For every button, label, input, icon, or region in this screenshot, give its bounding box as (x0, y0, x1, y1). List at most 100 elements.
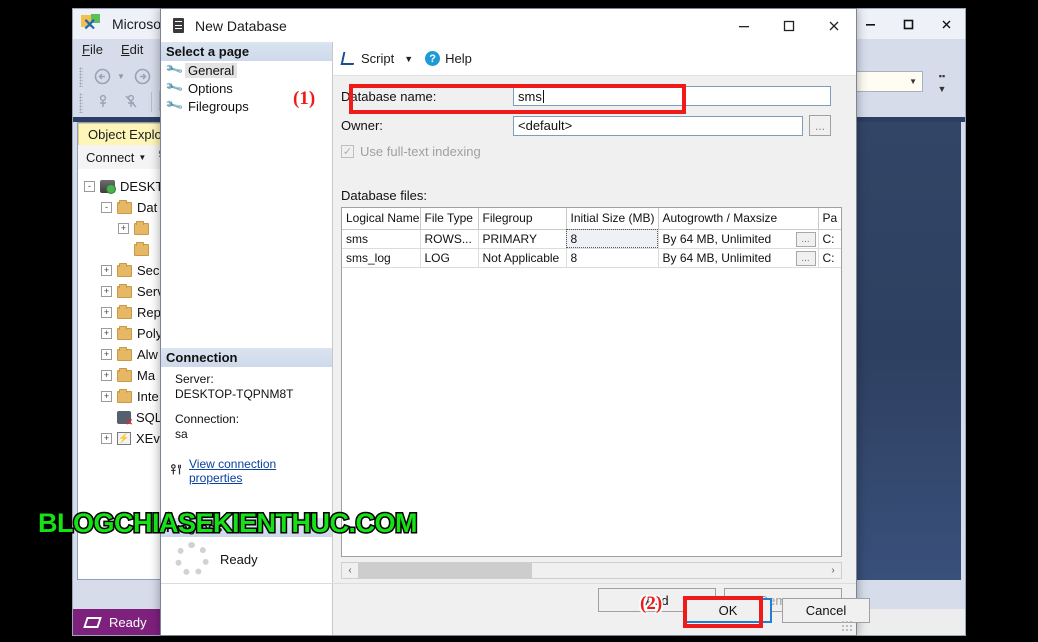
expand-icon[interactable]: + (118, 223, 129, 234)
folder-icon (117, 199, 132, 214)
column-header[interactable]: Logical Name (342, 208, 421, 230)
folder-icon (134, 241, 149, 256)
expand-icon[interactable]: + (101, 391, 112, 402)
page-selector-panel: Select a page 🔧 General 🔧 Options 🔧 Filegroup… (161, 42, 333, 635)
cell-path[interactable]: C: (818, 248, 841, 268)
tree-node-label: Rep (137, 305, 161, 320)
ssms-app-icon: ✕ (80, 13, 102, 35)
scroll-right-arrow-icon[interactable]: › (825, 563, 841, 578)
toolbar-overflow-button[interactable]: ▪▪ ▼ (933, 69, 951, 95)
ssms-maximize-button[interactable] (889, 9, 927, 39)
status-shape-icon (83, 616, 102, 628)
folder-icon (134, 220, 149, 235)
back-dropdown-caret-icon[interactable]: ▼ (115, 70, 127, 82)
ssms-close-button[interactable] (927, 9, 965, 39)
view-connection-properties-link[interactable]: View connection properties (189, 457, 332, 485)
cell-file-type[interactable]: LOG (420, 248, 479, 268)
collapse-icon[interactable]: - (84, 181, 95, 192)
overflow-caret-icon: ▼ (937, 83, 947, 94)
database-files-table: Logical Name File Type Filegroup Initial Si… (342, 208, 841, 268)
view-connection-properties-row[interactable]: View connection properties (169, 457, 332, 485)
owner-input[interactable]: <default> (513, 115, 803, 136)
scroll-left-arrow-icon[interactable]: ‹ (342, 563, 358, 578)
folder-icon (117, 346, 132, 361)
progress-status-text: Ready (220, 551, 258, 567)
dialog-title: New Database (195, 17, 287, 34)
dialog-resize-grip[interactable] (841, 620, 853, 632)
general-page-form: Database name: sms Owner: <default> ... (333, 76, 856, 635)
cell-initial-size[interactable]: 8 (566, 229, 659, 249)
cell-filegroup[interactable]: Not Applicable (478, 248, 567, 268)
cell-filegroup[interactable]: PRIMARY (478, 229, 567, 249)
expand-icon[interactable]: + (101, 370, 112, 381)
column-header[interactable]: Filegroup (478, 208, 567, 230)
sql-agent-icon (117, 411, 133, 428)
connect-dropdown-button[interactable]: Connect ▼ (78, 150, 146, 165)
column-header[interactable]: Initial Size (MB) (566, 208, 659, 230)
expand-icon[interactable]: + (101, 433, 112, 444)
text-cursor (542, 89, 544, 103)
script-dropdown-caret-icon[interactable]: ▼ (404, 54, 413, 64)
cell-logical-name[interactable]: sms_log (342, 248, 421, 268)
progress-section-header: Progress (161, 518, 332, 537)
help-button[interactable]: ? Help (425, 51, 472, 66)
wrench-icon: 🔧 (164, 95, 185, 116)
dialog-content-panel: Script ▼ ? Help Database name: sms Owner… (333, 42, 856, 635)
new-query-icon[interactable] (91, 90, 115, 114)
table-row[interactable]: sms ROWS... PRIMARY 8 By 64 MB, Unlimited...… (342, 229, 841, 249)
connection-properties-icon (169, 463, 183, 480)
toolbar-grip-2[interactable] (79, 93, 83, 113)
expand-icon[interactable]: + (101, 328, 112, 339)
expand-icon[interactable]: + (101, 349, 112, 360)
page-item-label: Filegroups (188, 98, 249, 114)
disconnect-icon[interactable] (119, 90, 143, 114)
database-name-input[interactable]: sms (513, 86, 831, 106)
page-item-general[interactable]: 🔧 General (161, 59, 332, 80)
menu-edit[interactable]: Edit (112, 39, 152, 61)
table-row[interactable]: sms_log LOG Not Applicable 8 By 64 MB, Unlim… (342, 248, 841, 268)
scrollbar-track[interactable] (358, 563, 825, 578)
database-files-grid[interactable]: Logical Name File Type Filegroup Initial Si… (341, 207, 842, 557)
owner-browse-button[interactable]: ... (809, 115, 831, 136)
cell-path[interactable]: C: (818, 229, 841, 249)
column-header[interactable]: Pa (818, 208, 841, 230)
cell-logical-name[interactable]: sms (342, 229, 421, 249)
grid-horizontal-scrollbar[interactable]: ‹ › (341, 562, 842, 579)
wrench-icon: 🔧 (164, 59, 185, 80)
dialog-minimize-button[interactable] (721, 9, 766, 42)
column-header[interactable]: Autogrowth / Maxsize (658, 208, 819, 230)
ssms-window-controls (851, 9, 965, 39)
autogrowth-browse-button[interactable]: ... (795, 250, 816, 266)
wrench-icon: 🔧 (164, 77, 185, 98)
cell-file-type[interactable]: ROWS... (420, 229, 479, 249)
fulltext-indexing-checkbox: ✓ (341, 145, 354, 158)
dialog-footer: OK Cancel (161, 583, 870, 635)
script-button[interactable]: Script (340, 51, 394, 66)
tree-node-label: Dat (137, 200, 158, 215)
dialog-maximize-button[interactable] (766, 9, 811, 42)
cell-initial-size[interactable]: 8 (566, 248, 659, 268)
progress-section-body: Ready (161, 542, 332, 576)
expand-icon[interactable]: + (101, 265, 112, 276)
dialog-action-toolbar: Script ▼ ? Help (333, 42, 856, 76)
page-list[interactable]: 🔧 General 🔧 Options 🔧 Filegroups (161, 59, 332, 116)
scrollbar-thumb[interactable] (358, 563, 532, 578)
autogrowth-browse-button[interactable]: ... (795, 231, 816, 247)
cell-autogrowth[interactable]: By 64 MB, Unlimited... (658, 229, 819, 249)
dialog-close-button[interactable] (811, 9, 856, 42)
page-item-filegroups[interactable]: 🔧 Filegroups (161, 95, 332, 116)
expand-icon[interactable]: + (101, 286, 112, 297)
menu-file[interactable]: File (73, 39, 112, 61)
expand-icon[interactable]: + (101, 307, 112, 318)
cell-autogrowth[interactable]: By 64 MB, Unlimited... (658, 248, 819, 268)
navigate-forward-icon[interactable] (129, 64, 155, 88)
ok-button[interactable]: OK (684, 598, 772, 623)
navigate-back-icon[interactable] (89, 64, 115, 88)
dialog-window-controls (721, 9, 856, 42)
column-header[interactable]: File Type (420, 208, 479, 230)
collapse-icon[interactable]: - (101, 202, 112, 213)
folder-icon (117, 283, 132, 298)
toolbar-grip-1[interactable] (79, 67, 83, 87)
page-item-options[interactable]: 🔧 Options (161, 77, 332, 98)
cancel-button[interactable]: Cancel (782, 598, 870, 623)
